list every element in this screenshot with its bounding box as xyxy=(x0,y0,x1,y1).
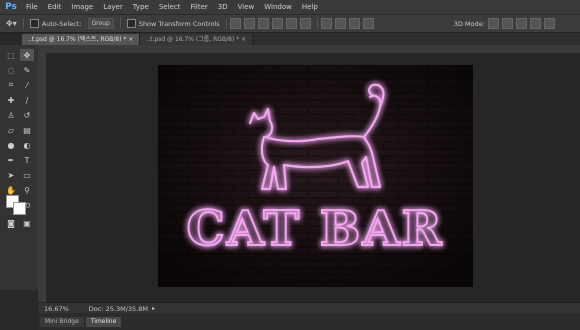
3d-drag-icon[interactable] xyxy=(515,18,527,29)
quick-select-icon[interactable]: ✎ xyxy=(20,64,34,76)
eraser-tool-icon[interactable]: ▱ xyxy=(4,124,18,136)
marquee-tool-icon[interactable]: ⬚ xyxy=(4,49,18,61)
lasso-tool-icon[interactable]: ◌ xyxy=(4,64,18,76)
bottom-panel-tabs: Mini Bridge Timeline xyxy=(38,313,580,330)
document-tab-bar: ..t.psd @ 16.7% (텍스트, RGB/8) * × ..t.psd… xyxy=(22,33,580,45)
clone-stamp-icon[interactable]: ♙ xyxy=(4,109,18,121)
3d-roll-icon[interactable] xyxy=(501,18,513,29)
crop-tool-icon[interactable]: ⌗ xyxy=(4,79,18,91)
document-tab-2[interactable]: ..t.psd @ 16.7% (그룹, RGB/8) * × xyxy=(140,34,254,45)
dodge-tool-icon[interactable]: ◐ xyxy=(20,139,34,151)
tab-label: ..t.psd @ 16.7% (텍스트, RGB/8) * xyxy=(28,36,127,43)
tools-panel: ⬚ ✥ ◌ ✎ ⌗ ⁄ ✚ ∕ ♙ ↺ ▱ ▤ ● ◐ ✒ T ➤ ▭ ✋ ⚲ … xyxy=(0,45,39,290)
neon-text: CAT BAR xyxy=(187,201,444,257)
auto-select-label: Auto-Select: xyxy=(41,19,82,28)
path-select-icon[interactable]: ➤ xyxy=(4,169,18,181)
blur-tool-icon[interactable]: ● xyxy=(4,139,18,151)
distribute-icon[interactable] xyxy=(334,18,346,29)
align-center-icon[interactable] xyxy=(285,18,297,29)
divider xyxy=(316,18,318,29)
auto-select-dropdown[interactable]: Group xyxy=(87,18,114,29)
menu-3d[interactable]: 3D xyxy=(218,3,228,11)
distribute-icon[interactable] xyxy=(348,18,360,29)
menu-layer[interactable]: Layer xyxy=(103,3,123,11)
tab-timeline[interactable]: Timeline xyxy=(85,316,122,327)
brush-tool-icon[interactable]: ∕ xyxy=(20,94,34,106)
eyedropper-icon[interactable]: ⁄ xyxy=(20,79,34,91)
type-tool-icon[interactable]: T xyxy=(20,154,34,166)
canvas-artwork: CAT BAR xyxy=(158,65,473,287)
close-icon[interactable]: × xyxy=(128,36,133,43)
photoshop-logo: Ps xyxy=(5,2,17,12)
move-tool-icon[interactable]: ✥ xyxy=(20,49,34,61)
screen-mode-icon[interactable]: ▣ xyxy=(20,217,34,229)
pen-tool-icon[interactable]: ✒ xyxy=(4,154,18,166)
align-right-icon[interactable] xyxy=(299,18,311,29)
3d-scale-icon[interactable] xyxy=(543,18,555,29)
options-bar: ✥▾ Auto-Select: Group Show Transform Con… xyxy=(0,15,580,33)
auto-select-checkbox[interactable] xyxy=(29,19,39,28)
document-canvas[interactable]: CAT BAR xyxy=(158,65,473,287)
zoom-level[interactable]: 16.67% xyxy=(44,305,69,313)
align-bottom-icon[interactable] xyxy=(257,18,269,29)
3d-rotate-icon[interactable] xyxy=(487,18,499,29)
history-brush-icon[interactable]: ↺ xyxy=(20,109,34,121)
menu-bar: Ps File Edit Image Layer Type Select Fil… xyxy=(0,0,580,15)
chevron-right-icon[interactable]: ▸ xyxy=(152,305,155,312)
auto-select-option[interactable]: Auto-Select: xyxy=(29,19,82,28)
tab-mini-bridge[interactable]: Mini Bridge xyxy=(40,316,84,327)
divider xyxy=(119,18,121,29)
distribute-icon[interactable] xyxy=(320,18,332,29)
show-transform-option[interactable]: Show Transform Controls xyxy=(126,19,220,28)
close-icon[interactable]: × xyxy=(241,36,246,43)
3d-mode-label: 3D Mode: xyxy=(453,19,485,28)
menu-view[interactable]: View xyxy=(238,3,255,11)
zoom-tool-icon[interactable]: ⚲ xyxy=(20,184,34,196)
divider xyxy=(225,18,227,29)
divider xyxy=(22,18,24,29)
shape-tool-icon[interactable]: ▭ xyxy=(20,169,34,181)
tab-label: ..t.psd @ 16.7% (그룹, RGB/8) * xyxy=(146,36,240,43)
menu-edit[interactable]: Edit xyxy=(48,3,62,11)
background-color-swatch[interactable] xyxy=(13,202,26,215)
move-tool-icon[interactable]: ✥▾ xyxy=(6,19,17,28)
menu-image[interactable]: Image xyxy=(71,3,93,11)
menu-type[interactable]: Type xyxy=(133,3,149,11)
align-left-icon[interactable] xyxy=(271,18,283,29)
align-top-icon[interactable] xyxy=(229,18,241,29)
quick-mask-icon[interactable]: ◙ xyxy=(4,217,18,229)
document-size: Doc: 25.3M/35.8M xyxy=(88,304,148,313)
menu-file[interactable]: File xyxy=(26,3,38,11)
show-transform-checkbox[interactable] xyxy=(126,19,136,28)
healing-brush-icon[interactable]: ✚ xyxy=(4,94,18,106)
menu-select[interactable]: Select xyxy=(159,3,181,11)
document-tab-1[interactable]: ..t.psd @ 16.7% (텍스트, RGB/8) * × xyxy=(22,34,141,45)
menu-window[interactable]: Window xyxy=(264,3,292,11)
gradient-tool-icon[interactable]: ▤ xyxy=(20,124,34,136)
menu-help[interactable]: Help xyxy=(302,3,318,11)
menu-filter[interactable]: Filter xyxy=(190,3,207,11)
3d-slide-icon[interactable] xyxy=(529,18,541,29)
align-middle-icon[interactable] xyxy=(243,18,255,29)
show-transform-label: Show Transform Controls xyxy=(138,19,220,28)
distribute-icon[interactable] xyxy=(362,18,374,29)
